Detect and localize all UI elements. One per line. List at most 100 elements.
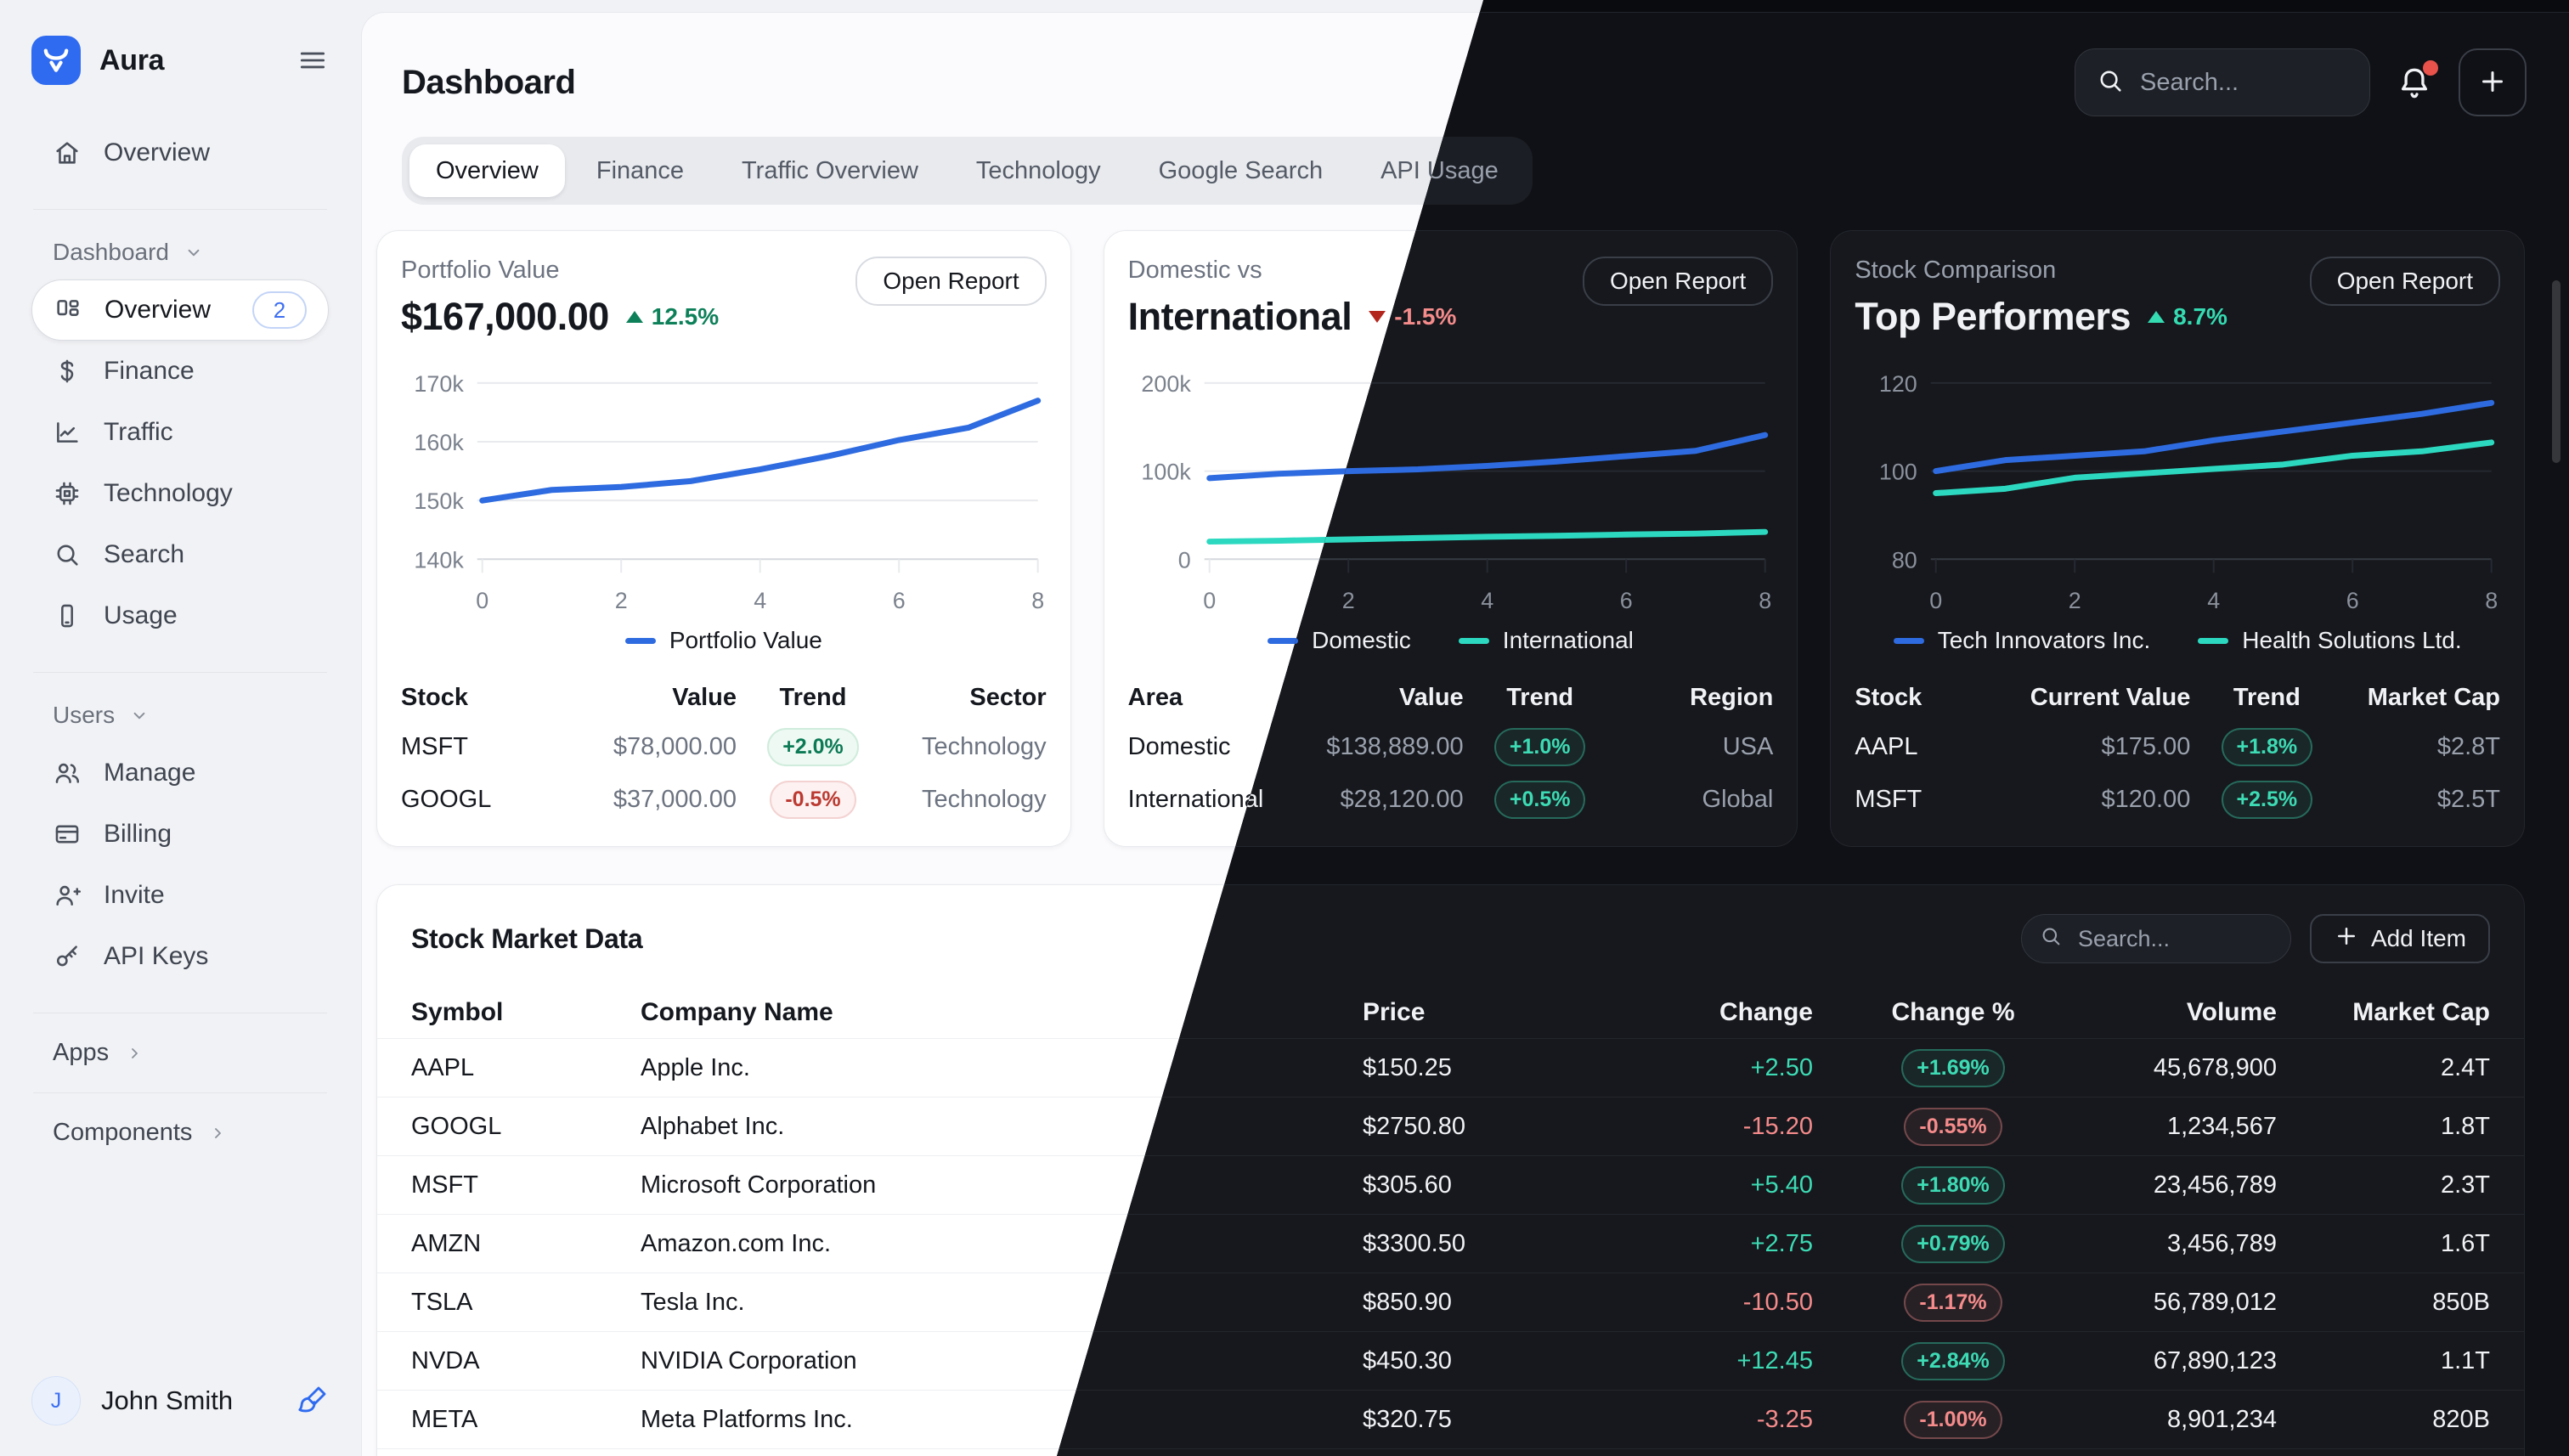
cell-volume: 23,456,789: [2154, 1171, 2277, 1199]
cell-value: $78,000.00: [554, 720, 737, 773]
cell-region: Global: [1617, 773, 1774, 826]
sidebar-item-label: Manage: [104, 759, 195, 787]
cell-market-cap: 1.1T: [2441, 1347, 2490, 1375]
delta-badge: 8.7%: [2148, 303, 2227, 330]
add-new-button[interactable]: [2459, 48, 2527, 116]
column-header[interactable]: Change: [1719, 998, 1813, 1027]
card-mini-table: Stock Value Trend Sector MSFT $78,000.00…: [401, 674, 1047, 826]
sidebar-item-usage[interactable]: Usage: [31, 585, 329, 646]
sidebar-item-traffic[interactable]: Traffic: [31, 402, 329, 463]
open-report-button[interactable]: Open Report: [1583, 257, 1773, 306]
global-search[interactable]: [2075, 48, 2370, 116]
svg-text:0: 0: [1203, 588, 1216, 613]
sidebar-item-technology[interactable]: Technology: [31, 463, 329, 524]
sidebar-section-dashboard[interactable]: Dashboard: [53, 239, 329, 266]
table-search-input[interactable]: [2076, 925, 2273, 953]
line-chart-icon: [53, 418, 82, 447]
sidebar-item-manage[interactable]: Manage: [31, 742, 329, 804]
column-header[interactable]: Symbol: [411, 998, 641, 1027]
legend-swatch: [1894, 638, 1924, 644]
tab-traffic-overview[interactable]: Traffic Overview: [715, 144, 945, 197]
sidebar-item-label: Search: [104, 540, 184, 569]
sidebar-header: Aura: [31, 36, 329, 85]
trend-pill: -0.5%: [770, 781, 855, 819]
sidebar-item-invite[interactable]: Invite: [31, 865, 329, 926]
cell-change: +2.75: [1751, 1230, 1813, 1258]
tab-finance[interactable]: Finance: [570, 144, 710, 197]
add-item-button[interactable]: Add Item: [2310, 914, 2490, 963]
cell-change-pct: -1.17%: [1904, 1284, 2002, 1322]
sidebar-item-overview[interactable]: Overview 2: [31, 279, 329, 341]
cell-change-pct: -0.55%: [1904, 1108, 2002, 1146]
card-subtitle: Stock Comparison: [1855, 257, 2227, 285]
open-report-button[interactable]: Open Report: [855, 257, 1046, 306]
home-icon: [53, 138, 82, 167]
column-header[interactable]: Volume: [2187, 998, 2277, 1027]
brand-name: Aura: [99, 44, 164, 77]
cell-symbol: GOOGL: [411, 1113, 641, 1141]
sidebar-item-finance[interactable]: Finance: [31, 341, 329, 402]
cell-change: +5.40: [1751, 1171, 1813, 1199]
card-headline: International: [1128, 295, 1352, 339]
svg-text:8: 8: [1031, 588, 1044, 613]
svg-text:2: 2: [2069, 588, 2081, 613]
table-search[interactable]: [2021, 914, 2291, 963]
sidebar-item-label: Overview: [104, 296, 211, 324]
tab-overview[interactable]: Overview: [409, 144, 565, 197]
stock-comparison-chart: 1201008002468: [1855, 364, 2500, 625]
trend-pill: +2.5%: [2222, 781, 2313, 819]
legend-item: Tech Innovators Inc.: [1894, 627, 2151, 654]
delta-badge: 12.5%: [626, 303, 719, 330]
sidebar-item-overview-home[interactable]: Overview: [31, 122, 329, 183]
column-header[interactable]: Price: [1363, 998, 1567, 1027]
search-icon: [2096, 60, 2125, 104]
card-mini-table: Stock Current Value Trend Market Cap AAP…: [1855, 674, 2500, 826]
sidebar-link-apps[interactable]: Apps: [53, 1039, 329, 1067]
sidebar-item-api-keys[interactable]: API Keys: [31, 926, 329, 987]
column-header[interactable]: Market Cap: [2352, 998, 2490, 1027]
scrollbar-thumb[interactable]: [2552, 280, 2561, 463]
svg-text:0: 0: [1930, 588, 1943, 613]
open-report-button[interactable]: Open Report: [2310, 257, 2500, 306]
trend-pill: +1.0%: [1494, 728, 1586, 766]
sidebar-link-components[interactable]: Components: [53, 1119, 329, 1147]
legend-swatch: [2198, 638, 2228, 644]
avatar: J: [31, 1376, 81, 1425]
column-header: Region: [1617, 674, 1774, 720]
svg-text:6: 6: [2346, 588, 2359, 613]
column-header: Area: [1128, 674, 1281, 720]
legend-swatch: [625, 638, 656, 644]
cell-change-pct: -1.00%: [1904, 1401, 2002, 1439]
cell-symbol: AAPL: [411, 1054, 641, 1082]
sidebar-item-label: Usage: [104, 601, 178, 630]
notifications-bell-icon[interactable]: [2396, 64, 2433, 101]
cell-sector: Technology: [889, 773, 1047, 826]
sidebar-item-search[interactable]: Search: [31, 524, 329, 585]
cell-change: -3.25: [1757, 1406, 1813, 1434]
cell-market-cap: $2.5T: [2343, 773, 2500, 826]
sidebar-divider: [33, 1092, 327, 1093]
card-subtitle: Portfolio Value: [401, 257, 719, 285]
svg-text:200k: 200k: [1141, 371, 1191, 397]
user-profile[interactable]: J John Smith: [31, 1376, 329, 1425]
market-table-title: Stock Market Data: [411, 923, 642, 955]
svg-text:80: 80: [1892, 547, 1917, 573]
sidebar-item-billing[interactable]: Billing: [31, 804, 329, 865]
sidebar-section-users[interactable]: Users: [53, 702, 329, 729]
tab-technology[interactable]: Technology: [950, 144, 1127, 197]
cell-value: $175.00: [2007, 720, 2190, 773]
global-search-input[interactable]: [2138, 68, 2349, 98]
cell-volume: 8,901,234: [2167, 1406, 2277, 1434]
menu-toggle-icon[interactable]: [296, 44, 329, 76]
paintbrush-icon[interactable]: [295, 1384, 329, 1418]
column-header: Current Value: [2007, 674, 2190, 720]
cell-volume: 67,890,123: [2154, 1347, 2277, 1375]
sidebar-item-label: Overview: [104, 138, 210, 167]
chevron-right-icon: [124, 1043, 144, 1064]
search-icon: [2039, 924, 2063, 954]
cell-value: $138,889.00: [1281, 720, 1464, 773]
tab-google-search[interactable]: Google Search: [1132, 144, 1349, 197]
column-header[interactable]: Change %: [1891, 998, 2014, 1027]
sidebar-item-label: Invite: [104, 881, 165, 910]
cell-market-cap: 1.8T: [2441, 1113, 2490, 1141]
